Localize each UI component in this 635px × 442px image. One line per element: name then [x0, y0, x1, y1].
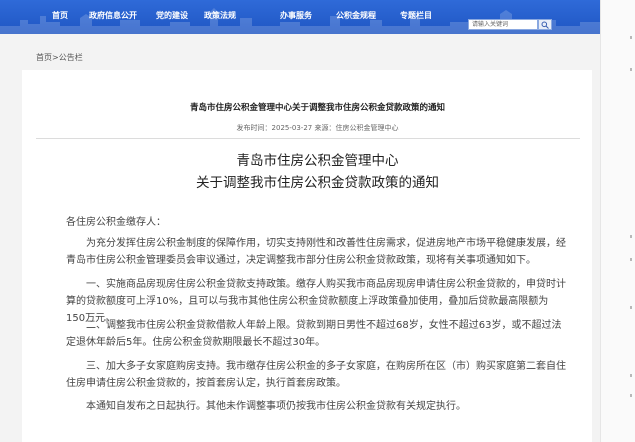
paragraph-closing: 本通知自发布之日起执行。其他未作调整事项仍按我市住房公积金贷款有关规定执行。	[86, 401, 466, 412]
side-mark	[630, 258, 632, 261]
side-mark	[630, 68, 632, 71]
nav-item-policy[interactable]: 政策法规	[204, 10, 236, 21]
paragraph-intro: 为充分发挥住房公积金制度的保障作用，切实支持刚性和改善性住房需求，促进房地产市场…	[66, 238, 566, 266]
nav-item-regulations[interactable]: 公积金规程	[336, 10, 376, 21]
nav-item-topics[interactable]: 专题栏目	[400, 10, 432, 21]
breadcrumb[interactable]: 首页>公告栏	[36, 52, 83, 63]
article-title: 青岛市住房公积金管理中心关于调整我市住房公积金贷款政策的通知	[189, 103, 445, 113]
right-scroll-strip	[600, 0, 635, 442]
nav-item-party[interactable]: 党的建设	[156, 10, 188, 21]
side-mark	[630, 36, 632, 39]
paragraph-item-3: 三、加大多子女家庭购房支持。我市缴存住房公积金的多子女家庭，在购房所在区（市）购…	[66, 361, 566, 389]
nav-item-services[interactable]: 办事服务	[280, 10, 312, 21]
paragraph-item-2: 二、调整我市住房公积金贷款借款人年龄上限。贷款到期日男性不超过68岁，女性不超过…	[66, 320, 562, 348]
nav-item-home[interactable]: 首页	[52, 10, 68, 21]
nav-item-gov-info[interactable]: 政府信息公开	[89, 10, 137, 21]
side-mark	[630, 306, 632, 309]
top-nav-bar: 首页 政府信息公开 党的建设 政策法规 办事服务 公积金规程 专题栏目 请输入关…	[0, 0, 600, 34]
search-input[interactable]: 请输入关键词	[468, 19, 538, 30]
salutation: 各住房公积金缴存人：	[66, 217, 166, 228]
document-heading-line2: 关于调整我市住房公积金贷款政策的通知	[196, 175, 439, 191]
document-heading-line1: 青岛市住房公积金管理中心	[236, 153, 399, 169]
side-mark	[630, 235, 632, 238]
article-meta: 发布时间：2025-03-27 来源：住房公积金管理中心	[236, 124, 399, 132]
search-button[interactable]	[538, 19, 552, 30]
side-mark	[630, 374, 632, 377]
divider	[36, 138, 580, 139]
search-icon	[541, 21, 549, 29]
side-mark	[630, 394, 632, 397]
